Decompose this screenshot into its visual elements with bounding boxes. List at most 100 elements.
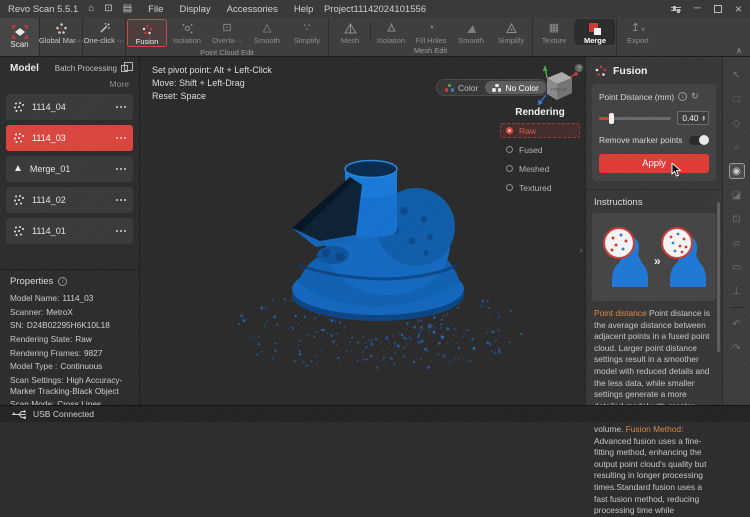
box-tool-icon[interactable]: ▱: [729, 235, 745, 251]
redo-icon[interactable]: ↷: [729, 340, 745, 356]
info-icon[interactable]: i: [58, 277, 67, 286]
simplify-icon: [505, 22, 518, 35]
prop-scan-settings: Scan Settings:High Accuracy-Marker Track…: [10, 375, 129, 396]
svg-text:»: »: [654, 254, 661, 268]
main-toolbar: Scan Global Mar··· One-click ···: [0, 18, 750, 57]
panel-collapse-handle[interactable]: ›: [580, 245, 583, 256]
spin-down-icon[interactable]: ▼: [702, 118, 706, 121]
marker-tool-icon[interactable]: ◉: [729, 163, 745, 179]
mesh-button[interactable]: Mesh: [330, 19, 370, 45]
scan-button[interactable]: Scan: [0, 18, 40, 56]
model-item-1114-04[interactable]: 1114_04: [6, 94, 133, 120]
export-icon: ↥: [631, 22, 640, 35]
texture-icon: ▦: [549, 22, 559, 35]
fill-holes-icon: ◔: [428, 22, 435, 35]
pc-isolation-button[interactable]: Isolation: [167, 19, 207, 47]
selection-tool-strip: ↖ □ ◇ ○ ◉ ◪ ⊡ ▱ ▭ ⊥ ↶ ↷: [722, 57, 750, 405]
rendering-label: Rendering: [500, 107, 580, 118]
item-menu-icon[interactable]: [116, 230, 126, 232]
status-bar: USB Connected: [0, 405, 750, 422]
reset-icon[interactable]: ↻: [691, 91, 699, 102]
instructions-image: »: [592, 213, 716, 301]
copy-tool-icon[interactable]: ▭: [729, 259, 745, 275]
prop-model-type: Model Type :Continuous: [10, 361, 129, 372]
prop-model-name: Model Name:1114_03: [10, 293, 129, 304]
global-marker-button[interactable]: Global Mar···: [41, 19, 81, 45]
model-item-1114-03[interactable]: 1114_03: [6, 125, 133, 151]
orientation-cube-gizmo[interactable]: ? FRONT: [532, 62, 584, 112]
slider-handle[interactable]: [609, 113, 614, 124]
viewport-3d[interactable]: Set pivot point: Alt + Left-Click Move: …: [140, 57, 585, 405]
fusion-settings-card: Point Distance (mm) i ↻ 0.40 ▲ ▼ Remove …: [592, 84, 716, 181]
apply-button[interactable]: Apply: [599, 154, 709, 173]
prop-scanner: Scanner:MetroX: [10, 307, 129, 318]
more-link[interactable]: More: [0, 76, 139, 94]
texture-button[interactable]: ▦ Texture: [534, 19, 574, 45]
prop-rendering-state: Rendering State:Raw: [10, 334, 129, 345]
rect-select-icon[interactable]: □: [729, 91, 745, 107]
polygon-select-icon[interactable]: ◇: [729, 115, 745, 131]
mesh-model-icon: ▲: [13, 164, 23, 174]
mesh-smooth-button[interactable]: Smooth: [451, 19, 491, 45]
toolbar-collapse-icon[interactable]: ∧: [736, 46, 742, 55]
undo-icon[interactable]: ↶: [729, 316, 745, 332]
one-click-button[interactable]: One-click ···: [84, 19, 124, 45]
pc-simplify-button[interactable]: ∵ Simplify: [287, 19, 327, 47]
point-cloud-edit-label: Point Cloud Edit: [126, 48, 328, 58]
fill-holes-button[interactable]: ◔ Fill Holes: [411, 19, 451, 45]
prop-sn: SN:D24B02295H6K10L18: [10, 320, 129, 331]
point-distance-slider[interactable]: [599, 117, 671, 120]
info-icon[interactable]: i: [678, 92, 687, 101]
scanned-model-pointcloud[interactable]: [228, 133, 530, 375]
model-item-1114-02[interactable]: 1114_02: [6, 187, 133, 213]
folder-icon[interactable]: ▤: [123, 4, 132, 14]
contrast-tool-icon[interactable]: ◪: [729, 187, 745, 203]
mesh-isolation-button[interactable]: Isolation: [371, 19, 411, 45]
fusion-button[interactable]: Fusion: [127, 19, 167, 47]
pc-smooth-button[interactable]: △ Smooth: [247, 19, 287, 47]
lasso-select-icon[interactable]: ○: [729, 139, 745, 155]
panel-scrollbar[interactable]: [717, 202, 720, 352]
model-item-1114-01[interactable]: 1114_01: [6, 218, 133, 244]
point-distance-input[interactable]: 0.40 ▲ ▼: [677, 111, 709, 125]
usb-status-label: USB Connected: [33, 409, 94, 419]
color-icon: [445, 84, 454, 92]
preferences-icon[interactable]: [671, 5, 681, 13]
merge-button[interactable]: Merge: [575, 19, 615, 45]
menu-help[interactable]: Help: [294, 4, 314, 15]
item-menu-icon[interactable]: [116, 106, 126, 108]
plane-tool-icon[interactable]: ⊡: [729, 211, 745, 227]
item-menu-icon[interactable]: [116, 137, 126, 139]
properties-title: Properties: [10, 276, 53, 287]
app-title: Revo Scan 5.5.1: [8, 4, 78, 15]
pc-overlap-button[interactable]: ⊡ Overla···: [207, 19, 247, 47]
close-button[interactable]: ×: [735, 3, 742, 15]
restore-button[interactable]: [714, 5, 722, 13]
remove-marker-toggle[interactable]: [689, 136, 709, 145]
mesh-simplify-button[interactable]: Simplify: [491, 19, 531, 45]
export-button[interactable]: ↥ ∨ Export: [618, 19, 658, 45]
color-option[interactable]: Color: [438, 81, 485, 94]
menu-file[interactable]: File: [148, 4, 163, 15]
new-window-icon[interactable]: ⊡: [104, 4, 112, 14]
menu-accessories[interactable]: Accessories: [227, 4, 278, 15]
batch-processing-icon: [121, 65, 128, 72]
item-menu-icon[interactable]: [116, 168, 126, 170]
fusion-icon: [141, 23, 154, 36]
fusion-panel-icon: [594, 64, 608, 78]
home-icon[interactable]: ⌂: [88, 4, 94, 14]
viewport-hints: Set pivot point: Alt + Left-Click Move: …: [152, 64, 272, 103]
smooth-icon: [465, 22, 478, 35]
brush-tool-icon[interactable]: ⊥: [729, 283, 745, 299]
minimize-button[interactable]: ─: [694, 4, 701, 14]
cursor-tool-icon[interactable]: ↖: [729, 67, 745, 83]
isolation-icon: [385, 22, 398, 35]
pointcloud-icon: [13, 194, 25, 206]
fusion-panel-title: Fusion: [613, 65, 647, 77]
model-item-merge-01[interactable]: ▲ Merge_01: [6, 156, 133, 182]
item-menu-icon[interactable]: [116, 199, 126, 201]
svg-text:?: ?: [577, 65, 581, 72]
prop-rendering-frames: Rendering Frames:9827: [10, 348, 129, 359]
menu-display[interactable]: Display: [179, 4, 210, 15]
batch-processing-button[interactable]: Batch Processing: [55, 64, 131, 73]
